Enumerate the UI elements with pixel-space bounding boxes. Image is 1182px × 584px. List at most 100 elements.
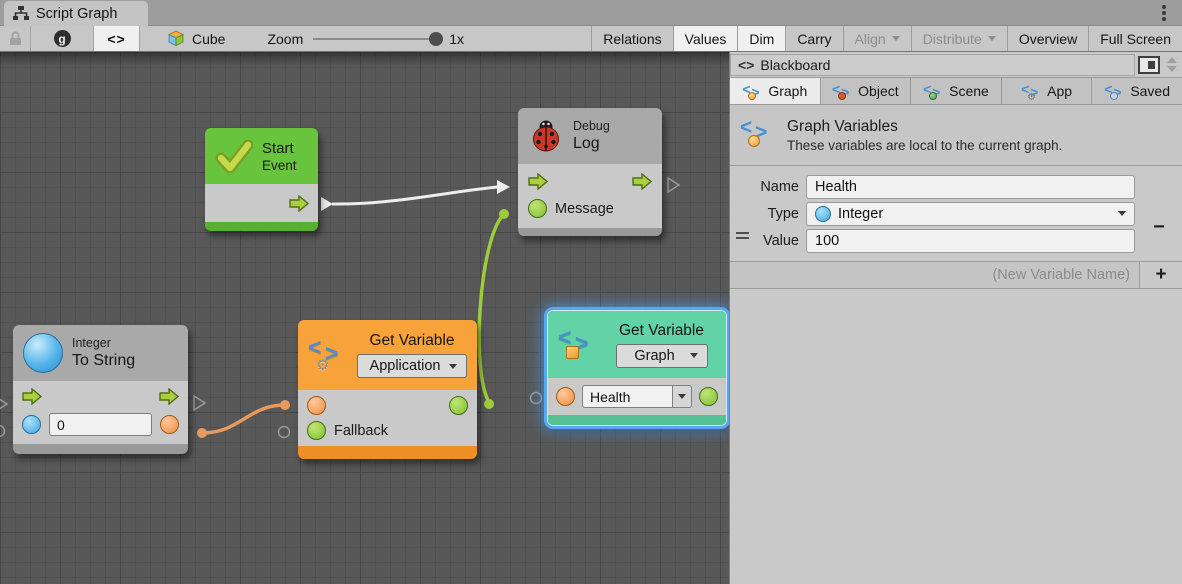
node-start-event[interactable]: Start Event <box>205 128 318 231</box>
value-output-port[interactable] <box>699 387 718 406</box>
flow-indicator-triangle <box>194 396 205 410</box>
integer-type-icon <box>23 333 63 373</box>
variable-name-dropdown[interactable]: Health <box>582 385 692 408</box>
kebab-menu-icon[interactable] <box>1162 5 1166 23</box>
relations-button[interactable]: Relations <box>591 26 672 51</box>
flow-output-port[interactable] <box>289 195 309 212</box>
flow-wire-arrowhead <box>497 180 510 194</box>
flow-wire-start-to-log[interactable] <box>332 187 498 204</box>
zoom-slider[interactable] <box>313 38 439 40</box>
node-body: Health <box>548 378 726 415</box>
node-header: <> Get Variable Graph <box>548 311 726 378</box>
dock-window-button[interactable] <box>1138 56 1160 74</box>
tab-object[interactable]: <> Object <box>821 78 912 104</box>
node-title: Get Variable <box>607 322 716 340</box>
fullscreen-button[interactable]: Full Screen <box>1088 26 1182 51</box>
flow-output-port[interactable] <box>159 388 179 405</box>
zoom-slider-handle[interactable] <box>429 32 443 46</box>
chevron-down-icon <box>690 353 698 358</box>
node-get-variable-graph-selected[interactable]: <> Get Variable Graph Health <box>547 310 727 426</box>
flow-indicator-triangle <box>0 397 7 411</box>
get-variable-icon: <> <box>558 326 598 364</box>
value-output-port[interactable] <box>449 396 468 415</box>
zoom-label: Zoom <box>267 31 303 47</box>
graph-owner-label: Cube <box>192 31 225 47</box>
value-wire-tostring-to-getvariable[interactable] <box>202 405 285 433</box>
tab-saved[interactable]: <> Saved <box>1092 78 1182 104</box>
tab-app[interactable]: <>⚙ App <box>1002 78 1093 104</box>
message-input-port[interactable] <box>528 199 547 218</box>
code-view-toggle[interactable]: <> <box>94 26 140 51</box>
zoom-control: Zoom 1x <box>267 26 464 51</box>
node-footer <box>518 228 662 236</box>
scroll-down-icon[interactable] <box>1167 66 1177 72</box>
node-body: Fallback <box>298 390 477 446</box>
window-tab-bar: Script Graph <box>0 0 1182 26</box>
value-wire-variable-to-message[interactable] <box>479 215 503 402</box>
node-integer-to-string[interactable]: Integer To String 0 <box>13 325 188 454</box>
cube-icon <box>167 30 185 47</box>
lock-button[interactable] <box>0 26 31 51</box>
variable-scope-tabs: <> Graph <> Object <> Scene <>⚙ App <> S… <box>730 78 1182 105</box>
graph-inspector-button[interactable]: g <box>31 26 94 51</box>
node-kind: Debug <box>573 119 610 134</box>
node-get-variable-application[interactable]: <> ⚙ Get Variable Application <box>298 320 477 459</box>
script-graph-icon <box>13 6 29 21</box>
section-subtitle: These variables are local to the current… <box>787 138 1062 153</box>
blackboard-header: <> Blackboard <box>730 52 1182 78</box>
values-button[interactable]: Values <box>673 26 738 51</box>
distribute-dropdown-button[interactable]: Distribute <box>911 26 1007 51</box>
tab-script-graph[interactable]: Script Graph <box>4 1 148 26</box>
drag-handle-icon[interactable] <box>736 229 749 242</box>
overview-button[interactable]: Overview <box>1007 26 1088 51</box>
blackboard-title: Blackboard <box>760 57 830 73</box>
graph-variable-icon <box>566 346 579 359</box>
variable-value-input[interactable]: 100 <box>806 229 1135 253</box>
zoom-value: 1x <box>449 31 464 47</box>
wire-endpoint-dot <box>197 428 207 438</box>
string-output-port[interactable] <box>160 415 179 434</box>
new-variable-name-input[interactable]: (New Variable Name) <box>730 262 1140 288</box>
flow-input-port[interactable] <box>528 173 548 190</box>
chevron-down-icon <box>678 394 686 399</box>
name-input-port[interactable] <box>556 387 575 406</box>
node-footer <box>548 415 726 425</box>
section-title: Graph Variables <box>787 118 1062 136</box>
blackboard-title-box: <> Blackboard <box>730 54 1135 76</box>
variable-name-input[interactable]: Health <box>806 175 1135 199</box>
align-dropdown-button[interactable]: Align <box>843 26 911 51</box>
integer-value-input[interactable]: 0 <box>49 413 152 436</box>
fallback-input-port[interactable] <box>307 421 326 440</box>
lock-icon <box>9 31 22 46</box>
dim-button[interactable]: Dim <box>737 26 785 51</box>
graph-owner[interactable]: Cube <box>167 26 225 51</box>
graph-badge-icon: g <box>54 30 71 47</box>
graph-canvas[interactable]: Start Event <box>0 52 729 584</box>
remove-variable-button[interactable]: − <box>1144 214 1174 240</box>
flow-indicator-triangle <box>668 178 679 192</box>
integer-input-port[interactable] <box>22 415 41 434</box>
port-label: Message <box>555 201 614 217</box>
tab-graph[interactable]: <> Graph <box>730 78 821 104</box>
object-variables-icon: <> <box>832 83 852 100</box>
flow-input-port[interactable] <box>22 388 42 405</box>
scroll-up-icon[interactable] <box>1167 57 1177 63</box>
add-variable-button[interactable]: + <box>1140 262 1182 288</box>
variable-type-dropdown[interactable]: Integer <box>806 202 1135 226</box>
flow-output-port[interactable] <box>632 173 652 190</box>
name-input-port[interactable] <box>307 396 326 415</box>
name-label: Name <box>730 179 806 195</box>
graph-variables-icon: <> <box>742 83 762 100</box>
chevron-down-icon <box>1118 211 1126 216</box>
value-indicator-circle <box>279 427 290 438</box>
toolbar-right-buttons: Relations Values Dim Carry Align Distrib… <box>591 26 1182 51</box>
value-indicator-circle <box>0 426 5 437</box>
wire-endpoint-dot <box>280 400 290 410</box>
node-title: Start <box>262 139 297 158</box>
node-debug-log[interactable]: Debug Log Message <box>518 108 662 236</box>
tab-scene[interactable]: <> Scene <box>911 78 1002 104</box>
node-header: <> ⚙ Get Variable Application <box>298 320 477 390</box>
scope-dropdown[interactable]: Graph <box>616 344 708 368</box>
scope-dropdown[interactable]: Application <box>357 354 467 378</box>
carry-button[interactable]: Carry <box>785 26 842 51</box>
